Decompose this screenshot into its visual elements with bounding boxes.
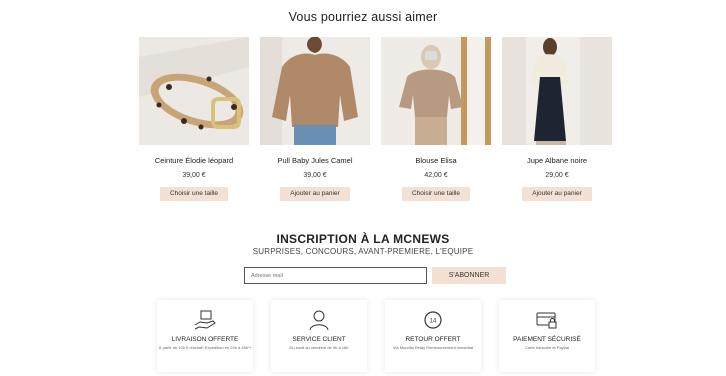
features-bar: LIVRAISON OFFERTE À partir de 100 € d'ac… (157, 300, 595, 376)
product-card[interactable]: Pull Baby Jules Camel 39,00 € Ajouter au… (260, 37, 370, 201)
product-card[interactable]: Ceinture Élodie léopard 39,00 € Choisir … (139, 37, 249, 201)
user-icon (309, 310, 329, 331)
feature-title: SERVICE CLIENT (292, 336, 346, 343)
product-name[interactable]: Blouse Elisa (381, 156, 491, 165)
delivery-box-icon (194, 310, 216, 330)
section-title: Vous pourriez aussi aimer (288, 10, 438, 24)
feature-card: PAIEMENT SÉCURISÉ Carte bancaire et Payp… (499, 300, 595, 372)
choose-size-button[interactable]: Choisir une taille (401, 187, 471, 201)
product-card[interactable]: Jupe Albane noire 29,00 € Ajouter au pan… (502, 37, 612, 201)
subscribe-button[interactable]: S'ABONNER (432, 267, 506, 284)
product-price: 29,00 € (545, 172, 569, 179)
add-to-cart-button[interactable]: Ajouter au panier (280, 187, 350, 201)
secure-card-icon (536, 312, 557, 329)
product-name[interactable]: Jupe Albane noire (502, 156, 612, 165)
product-image-skirt[interactable] (502, 37, 612, 145)
feature-description: Du lundi au vendredi de 9h à 18h (289, 345, 349, 350)
add-to-cart-button[interactable]: Ajouter au panier (522, 187, 592, 201)
email-field[interactable] (244, 267, 427, 284)
feature-description: Carte bancaire et Paypal (524, 345, 570, 350)
newsletter-subtitle: SURPRISES, CONCOURS, AVANT-PREMIERE, L'E… (252, 247, 474, 256)
feature-description: Via Mondial Relay Remboursement immédiat (392, 345, 474, 350)
feature-card: LIVRAISON OFFERTE À partir de 100 € d'ac… (157, 300, 253, 372)
return-14-icon: 14 (424, 311, 442, 329)
product-carousel: Ceinture Élodie léopard 39,00 € Choisir … (139, 37, 612, 203)
feature-description: À partir de 100 € d'achat* Expédition en… (158, 345, 252, 350)
newsletter-title: INSCRIPTION À LA MCNEWS (276, 232, 450, 246)
product-name[interactable]: Ceinture Élodie léopard (139, 156, 249, 165)
feature-card: SERVICE CLIENT Du lundi au vendredi de 9… (271, 300, 367, 372)
product-image-sweater[interactable] (260, 37, 370, 145)
feature-title: RETOUR OFFERT (405, 336, 461, 343)
feature-card: 14 RETOUR OFFERT Via Mondial Relay Rembo… (385, 300, 481, 372)
product-image-belt[interactable] (139, 37, 249, 145)
feature-title: LIVRAISON OFFERTE (171, 336, 239, 343)
choose-size-button[interactable]: Choisir une taille (159, 187, 229, 201)
svg-text:14: 14 (430, 319, 437, 325)
feature-title: PAIEMENT SÉCURISÉ (513, 336, 581, 343)
product-price: 39,00 € (303, 172, 327, 179)
product-price: 42,00 € (424, 172, 448, 179)
product-card[interactable]: Blouse Elisa 42,00 € Choisir une taille (381, 37, 491, 201)
product-price: 39,00 € (182, 172, 206, 179)
product-name[interactable]: Pull Baby Jules Camel (260, 156, 370, 165)
product-image-blouse[interactable] (381, 37, 491, 145)
